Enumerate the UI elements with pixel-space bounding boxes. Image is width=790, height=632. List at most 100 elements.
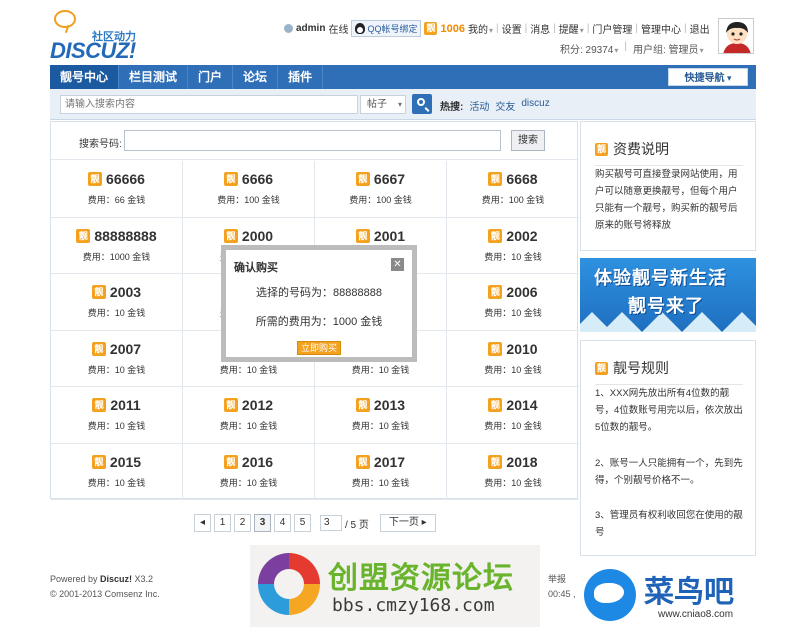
pretty-number: 2015 [109,453,142,470]
pretty-badge-icon: 靓 [355,228,370,243]
dialog-title: 确认购买 [234,262,278,274]
buy-now-button[interactable]: 立即购买 [297,341,341,355]
search-type-select[interactable]: 帖子 [360,95,406,114]
number-cell[interactable]: 靓 2007 费用：10 金钱 [51,330,183,387]
qq-bind-label: QQ帐号绑定 [367,24,418,34]
page-jump: 3 / 5 页 [320,515,369,531]
page-2[interactable]: 2 [234,514,251,532]
page-4[interactable]: 4 [274,514,291,532]
points-link[interactable]: 积分: 29374 [560,41,618,56]
menu-settings[interactable]: 设置 [502,21,522,36]
number-cell[interactable]: 靓 2012 费用：10 金钱 [183,387,315,444]
pretty-number-badge-icon: 靓 [424,22,438,35]
pretty-number: 2018 [506,453,538,470]
pretty-badge-icon: 靓 [488,228,503,243]
avatar[interactable] [718,18,754,54]
next-page-label: 下一页 [388,517,419,528]
number-cell[interactable]: 靓 2015 费用：10 金钱 [51,443,183,500]
number-search-input[interactable] [124,130,501,151]
pretty-number: 2016 [241,453,274,470]
rules-panel: 靓 靓号规则 1、XXX网先放出所有4位数的靓号，4位数账号用完以后，依次放出5… [580,340,756,556]
hot-search-label: 热搜: [440,102,464,113]
pretty-number: 2002 [506,227,538,244]
next-page-button[interactable]: 下一页 ▸ [379,514,436,532]
number-search-label: 搜索号码: [79,139,122,150]
hot-link-activity[interactable]: 活动 [469,98,489,113]
number-cell[interactable]: 靓 2017 费用：10 金钱 [315,443,447,500]
number-fee: 费用：10 金钱 [219,364,278,375]
menu-my[interactable]: 我的 [468,21,493,36]
user-stats: 积分: 29374 | 用户组: 管理员 [560,41,704,56]
pretty-number: 2014 [506,397,538,413]
search-button[interactable] [412,94,432,114]
pretty-badge-icon: 靓 [91,341,106,356]
footer-product-link[interactable]: Discuz! [100,574,132,584]
number-fee: 费用：1000 金钱 [82,251,151,262]
promo-banner[interactable]: 体验靓号新生活 靓号来了 [580,258,756,332]
search-input[interactable] [60,95,358,114]
menu-logout[interactable]: 退出 [690,21,710,36]
number-cell[interactable]: 靓 66666 费用：66 金钱 [51,161,183,218]
main-nav: 靓号中心 栏目测试 门户 论坛 插件 快捷导航 [50,65,756,89]
number-cell[interactable]: 靓 2006 费用：10 金钱 [447,274,579,331]
confirm-purchase-dialog: 确认购买 ✕ 选择的号码为：88888888 所需的费用为：1000 金钱 立即… [221,245,417,362]
close-icon[interactable]: ✕ [391,258,404,271]
number-cell[interactable]: 靓 2016 费用：10 金钱 [183,443,315,500]
pretty-badge-icon: 靓 [76,228,91,243]
pretty-badge-icon: 靓 [355,454,370,469]
cniao-watermark: 菜鸟吧 www.cniao8.com [578,565,790,627]
hot-link-discuz[interactable]: discuz [521,98,549,113]
number-cell[interactable]: 靓 2002 费用：10 金钱 [447,218,579,274]
quick-nav-button[interactable]: 快捷导航 [668,68,748,86]
fee-info-title: 资费说明 [613,141,669,157]
pretty-badge-icon: 靓 [223,228,238,243]
tab-column-test[interactable]: 栏目测试 [119,65,189,89]
hot-link-friends[interactable]: 交友 [495,98,515,113]
prev-page-button[interactable]: ◂ [194,514,211,532]
qq-bind-button[interactable]: QQ帐号绑定 [351,20,422,37]
number-fee: 费用：10 金钱 [484,251,542,262]
pretty-badge-icon: 靓 [488,398,503,412]
pretty-badge-icon: 靓 [355,172,370,186]
discuz-logo[interactable]: 社区动力 DISCUZ! [50,10,150,63]
usergroup-link[interactable]: 用户组: 管理员 [633,41,704,56]
page-1[interactable]: 1 [214,514,231,532]
pretty-badge-icon: 靓 [92,398,107,412]
menu-notifications[interactable]: 提醒 [559,21,584,36]
number-cell[interactable]: 靓 6668 费用：100 金钱 [447,161,579,218]
fee-info-text: 购买靓号可直接登录网站使用，用户可以随意更换靓号，但每个用户只能有一个靓号，购买… [595,169,738,231]
page-jump-input[interactable]: 3 [320,515,342,531]
tab-plugins[interactable]: 插件 [278,65,324,89]
number-cell[interactable]: 靓 2013 费用：10 金钱 [315,387,447,444]
page-5[interactable]: 5 [294,514,311,532]
number-fee: 费用：66 金钱 [87,195,146,205]
number-cell[interactable]: 靓 2011 费用：10 金钱 [51,387,183,444]
number-fee: 费用：100 金钱 [481,195,545,205]
number-fee: 费用：10 金钱 [484,477,542,488]
search-icon [417,98,425,106]
menu-messages[interactable]: 消息 [530,21,550,36]
pretty-badge-icon: 靓 [595,361,608,375]
number-cell[interactable]: 靓 88888888 费用：1000 金钱 [51,217,183,274]
number-cell[interactable]: 靓 2018 费用：10 金钱 [447,444,579,500]
menu-portal-admin[interactable]: 门户管理 [592,21,632,36]
number-cell[interactable]: 靓 6667 费用：100 金钱 [315,161,447,218]
number-cell[interactable]: 靓 2010 费用：10 金钱 [447,331,579,387]
pretty-number: 66666 [106,171,145,187]
username-link[interactable]: admin [296,23,325,34]
pagination: ◂ 1 2 3 4 5 3 / 5 页 下一页 ▸ [194,514,436,532]
pretty-number: 2000 [241,227,274,244]
number-fee: 费用：10 金钱 [351,364,410,375]
pretty-number-count[interactable]: 1006 [440,23,464,35]
number-fee: 费用：10 金钱 [87,421,146,431]
number-cell[interactable]: 靓 2003 费用：10 金钱 [51,274,183,331]
tab-pretty-number-center[interactable]: 靓号中心 [50,65,120,89]
number-fee: 费用：100 金钱 [217,195,280,205]
number-search-button[interactable]: 搜索 [511,130,545,151]
user-icon [284,24,293,33]
number-cell[interactable]: 靓 6666 费用：100 金钱 [183,161,315,218]
number-cell[interactable]: 靓 2014 费用：10 金钱 [447,387,579,444]
tab-forum[interactable]: 论坛 [233,65,279,89]
menu-admin-center[interactable]: 管理中心 [641,21,681,36]
tab-portal[interactable]: 门户 [188,65,234,89]
